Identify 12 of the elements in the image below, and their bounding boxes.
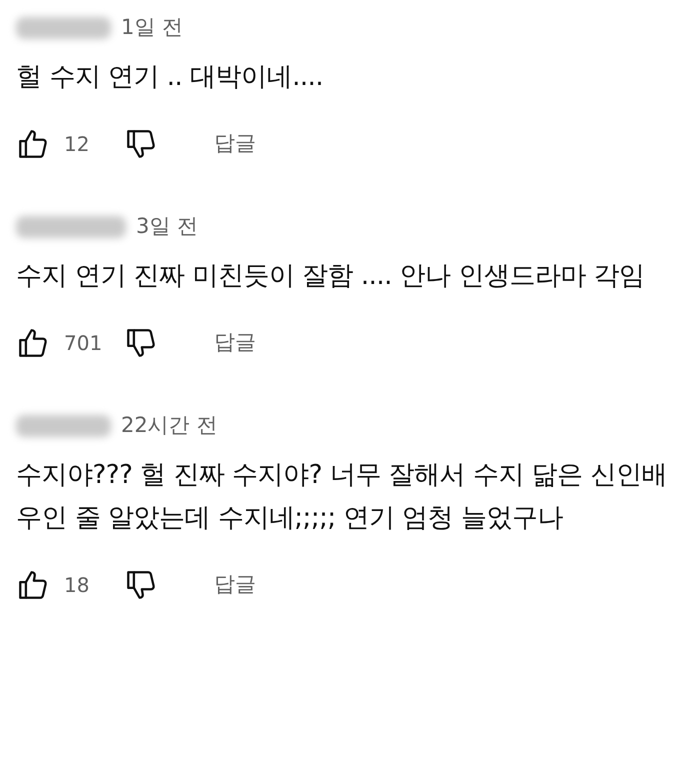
like-count: 12 xyxy=(64,131,90,158)
comment-time: 22시간 전 xyxy=(121,412,218,440)
reply-button[interactable]: 답글 xyxy=(206,323,264,363)
reply-button[interactable]: 답글 xyxy=(206,124,264,164)
comment-text: 수지 연기 진짜 미친듯이 잘함 .... 안나 인생드라마 각임 xyxy=(16,260,646,293)
comment-text: 헐 수지 연기 .. 대박이네.... xyxy=(16,61,324,94)
reply-button[interactable]: 답글 xyxy=(206,565,264,605)
comment-time: 3일 전 xyxy=(136,213,198,240)
like-count: 18 xyxy=(64,572,90,599)
comment-time: 1일 전 xyxy=(121,14,184,42)
like-count: 701 xyxy=(64,330,104,357)
comment-text: 수지야??? 헐 진짜 수지야? 너무 잘해서 수지 닮은 신인배우인 줄 알았는데 수지네;;;;; 연기 엄청 늘었구나 xyxy=(16,459,668,535)
